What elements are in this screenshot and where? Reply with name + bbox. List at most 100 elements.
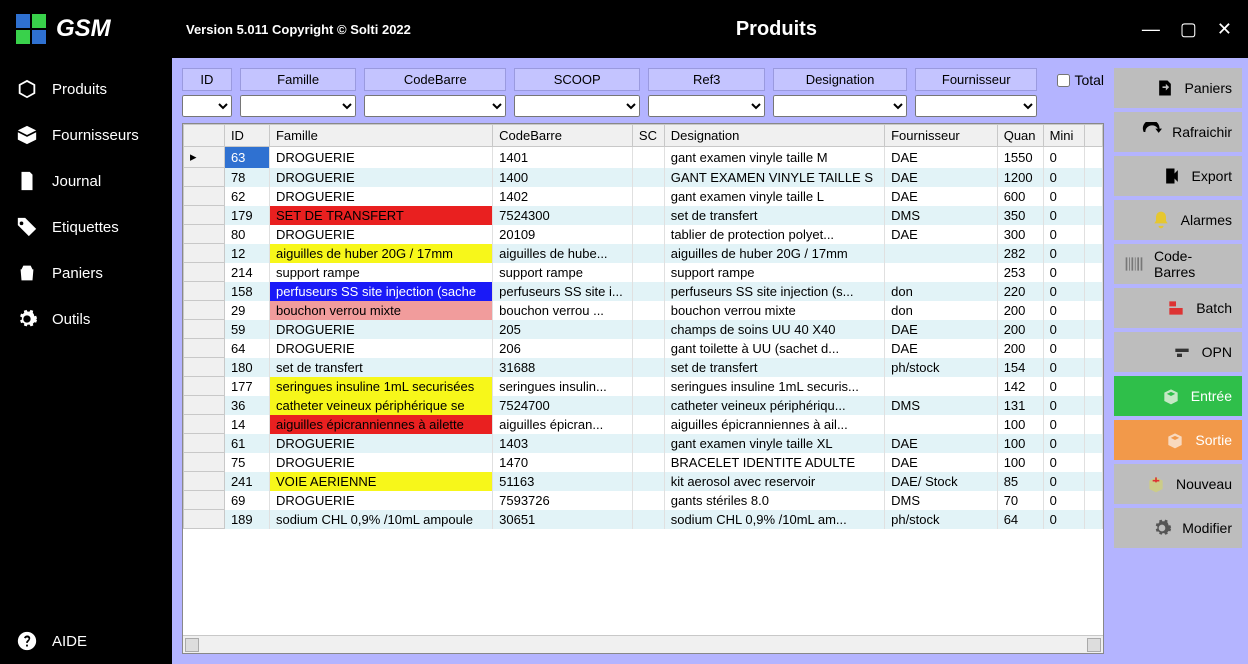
col-scoop[interactable]: SC — [632, 125, 664, 147]
export-page-icon — [1155, 78, 1175, 98]
table-row[interactable]: 14aiguilles épicranniennes à ailetteaigu… — [184, 415, 1103, 434]
cell-mini: 0 — [1043, 147, 1084, 168]
cell-scoop — [632, 301, 664, 320]
action-rafraichir[interactable]: Rafraichir — [1114, 112, 1242, 152]
sidebar-item-label: Etiquettes — [52, 219, 119, 236]
table-row[interactable]: 59DROGUERIE205champs de soins UU 40 X40D… — [184, 320, 1103, 339]
filter-ref3-select[interactable] — [648, 95, 765, 117]
cell-quantite: 1550 — [997, 147, 1043, 168]
action-export[interactable]: Export — [1114, 156, 1242, 196]
cell-id: 158 — [224, 282, 269, 301]
table-row[interactable]: 36catheter veineux périphérique se752470… — [184, 396, 1103, 415]
table-row[interactable]: 62DROGUERIE1402gant examen vinyle taille… — [184, 187, 1103, 206]
row-header — [184, 225, 225, 244]
action-nouveau[interactable]: Nouveau — [1114, 464, 1242, 504]
cell-mini: 0 — [1043, 263, 1084, 282]
sidebar-item-paniers[interactable]: Paniers — [0, 250, 172, 296]
table-row[interactable]: 80DROGUERIE20109tablier de protection po… — [184, 225, 1103, 244]
filter-codebarre-select[interactable] — [364, 95, 506, 117]
table-row[interactable]: 177seringues insuline 1mL securiséesseri… — [184, 377, 1103, 396]
table-row[interactable]: 29bouchon verrou mixtebouchon verrou ...… — [184, 301, 1103, 320]
action-opn[interactable]: OPN — [1114, 332, 1242, 372]
cell-scoop — [632, 168, 664, 187]
box-open-icon — [16, 124, 38, 146]
total-checkbox-input[interactable] — [1057, 74, 1070, 87]
action-codebarres[interactable]: Code-Barres — [1114, 244, 1242, 284]
col-id[interactable]: ID — [224, 125, 269, 147]
cell-mini: 0 — [1043, 415, 1084, 434]
cell-fournisseur: don — [885, 282, 998, 301]
cell-designation: seringues insuline 1mL securis... — [664, 377, 884, 396]
table-row[interactable]: 158perfuseurs SS site injection (sachepe… — [184, 282, 1103, 301]
cell-quantite: 100 — [997, 415, 1043, 434]
sidebar-item-label: Paniers — [52, 265, 103, 282]
cell-fournisseur: DAE — [885, 339, 998, 358]
table-row[interactable]: 241VOIE AERIENNE51163kit aerosol avec re… — [184, 472, 1103, 491]
action-alarmes[interactable]: Alarmes — [1114, 200, 1242, 240]
cell-id: 64 — [224, 339, 269, 358]
action-paniers[interactable]: Paniers — [1114, 68, 1242, 108]
col-famille[interactable]: Famille — [269, 125, 492, 147]
table-row[interactable]: 189sodium CHL 0,9% /10mL ampoule30651sod… — [184, 510, 1103, 529]
filter-famille-select[interactable] — [240, 95, 357, 117]
cell-id: 36 — [224, 396, 269, 415]
col-fournisseur[interactable]: Fournisseur — [885, 125, 998, 147]
filter-designation-select[interactable] — [773, 95, 907, 117]
cell-designation: sodium CHL 0,9% /10mL am... — [664, 510, 884, 529]
table-row[interactable]: 179SET DE TRANSFERT7524300set de transfe… — [184, 206, 1103, 225]
table-row[interactable]: 12aiguilles de huber 20G / 17mmaiguilles… — [184, 244, 1103, 263]
row-header — [184, 168, 225, 187]
sidebar-item-journal[interactable]: Journal — [0, 158, 172, 204]
filter-fournisseur-select[interactable] — [915, 95, 1037, 117]
table-row[interactable]: 61DROGUERIE1403gant examen vinyle taille… — [184, 434, 1103, 453]
cell-fournisseur — [885, 244, 998, 263]
table-row[interactable]: ▸63DROGUERIE1401gant examen vinyle taill… — [184, 147, 1103, 168]
sidebar-item-produits[interactable]: Produits — [0, 66, 172, 112]
cell-quantite: 200 — [997, 301, 1043, 320]
action-batch[interactable]: Batch — [1114, 288, 1242, 328]
table-row[interactable]: 75DROGUERIE1470BRACELET IDENTITE ADULTED… — [184, 453, 1103, 472]
col-mini[interactable]: Mini — [1043, 125, 1084, 147]
cell-mini: 0 — [1043, 320, 1084, 339]
minimize-icon[interactable]: — — [1142, 19, 1160, 40]
cell-famille: set de transfert — [269, 358, 492, 377]
cell-designation: champs de soins UU 40 X40 — [664, 320, 884, 339]
action-modifier[interactable]: Modifier — [1114, 508, 1242, 548]
help-icon — [16, 630, 38, 652]
col-designation[interactable]: Designation — [664, 125, 884, 147]
sidebar-item-help[interactable]: AIDE — [0, 618, 172, 664]
filter-id-select[interactable] — [182, 95, 232, 117]
table-row[interactable]: 64DROGUERIE206gant toilette à UU (sachet… — [184, 339, 1103, 358]
col-codebarre[interactable]: CodeBarre — [493, 125, 633, 147]
cell-id: 14 — [224, 415, 269, 434]
cell-famille: SET DE TRANSFERT — [269, 206, 492, 225]
col-quantite[interactable]: Quan — [997, 125, 1043, 147]
sidebar-item-label: Outils — [52, 311, 90, 328]
cell-codebarre: aiguilles épicran... — [493, 415, 633, 434]
table-row[interactable]: 214support rampesupport rampesupport ram… — [184, 263, 1103, 282]
action-entree[interactable]: Entrée — [1114, 376, 1242, 416]
cell-designation: gant examen vinyle taille L — [664, 187, 884, 206]
table-row[interactable]: 78DROGUERIE1400GANT EXAMEN VINYLE TAILLE… — [184, 168, 1103, 187]
close-icon[interactable]: ✕ — [1217, 19, 1232, 40]
cell-fournisseur: DAE — [885, 320, 998, 339]
table-row[interactable]: 69DROGUERIE7593726gants stériles 8.0DMS7… — [184, 491, 1103, 510]
row-header — [184, 377, 225, 396]
sidebar-item-outils[interactable]: Outils — [0, 296, 172, 342]
sidebar-item-etiquettes[interactable]: Etiquettes — [0, 204, 172, 250]
action-sortie[interactable]: Sortie — [1114, 420, 1242, 460]
cell-quantite: 100 — [997, 453, 1043, 472]
maximize-icon[interactable]: ▢ — [1180, 19, 1197, 40]
cell-quantite: 70 — [997, 491, 1043, 510]
cell-codebarre: 1400 — [493, 168, 633, 187]
horizontal-scrollbar[interactable] — [183, 635, 1103, 653]
sidebar-item-fournisseurs[interactable]: Fournisseurs — [0, 112, 172, 158]
table-row[interactable]: 180set de transfert31688set de transfert… — [184, 358, 1103, 377]
sidebar-item-label: Produits — [52, 81, 107, 98]
cell-codebarre: 1403 — [493, 434, 633, 453]
cell-codebarre: 1402 — [493, 187, 633, 206]
col-spacer — [1084, 125, 1103, 147]
total-checkbox[interactable]: Total — [1057, 72, 1104, 88]
filter-scoop-select[interactable] — [514, 95, 640, 117]
cell-id: 75 — [224, 453, 269, 472]
